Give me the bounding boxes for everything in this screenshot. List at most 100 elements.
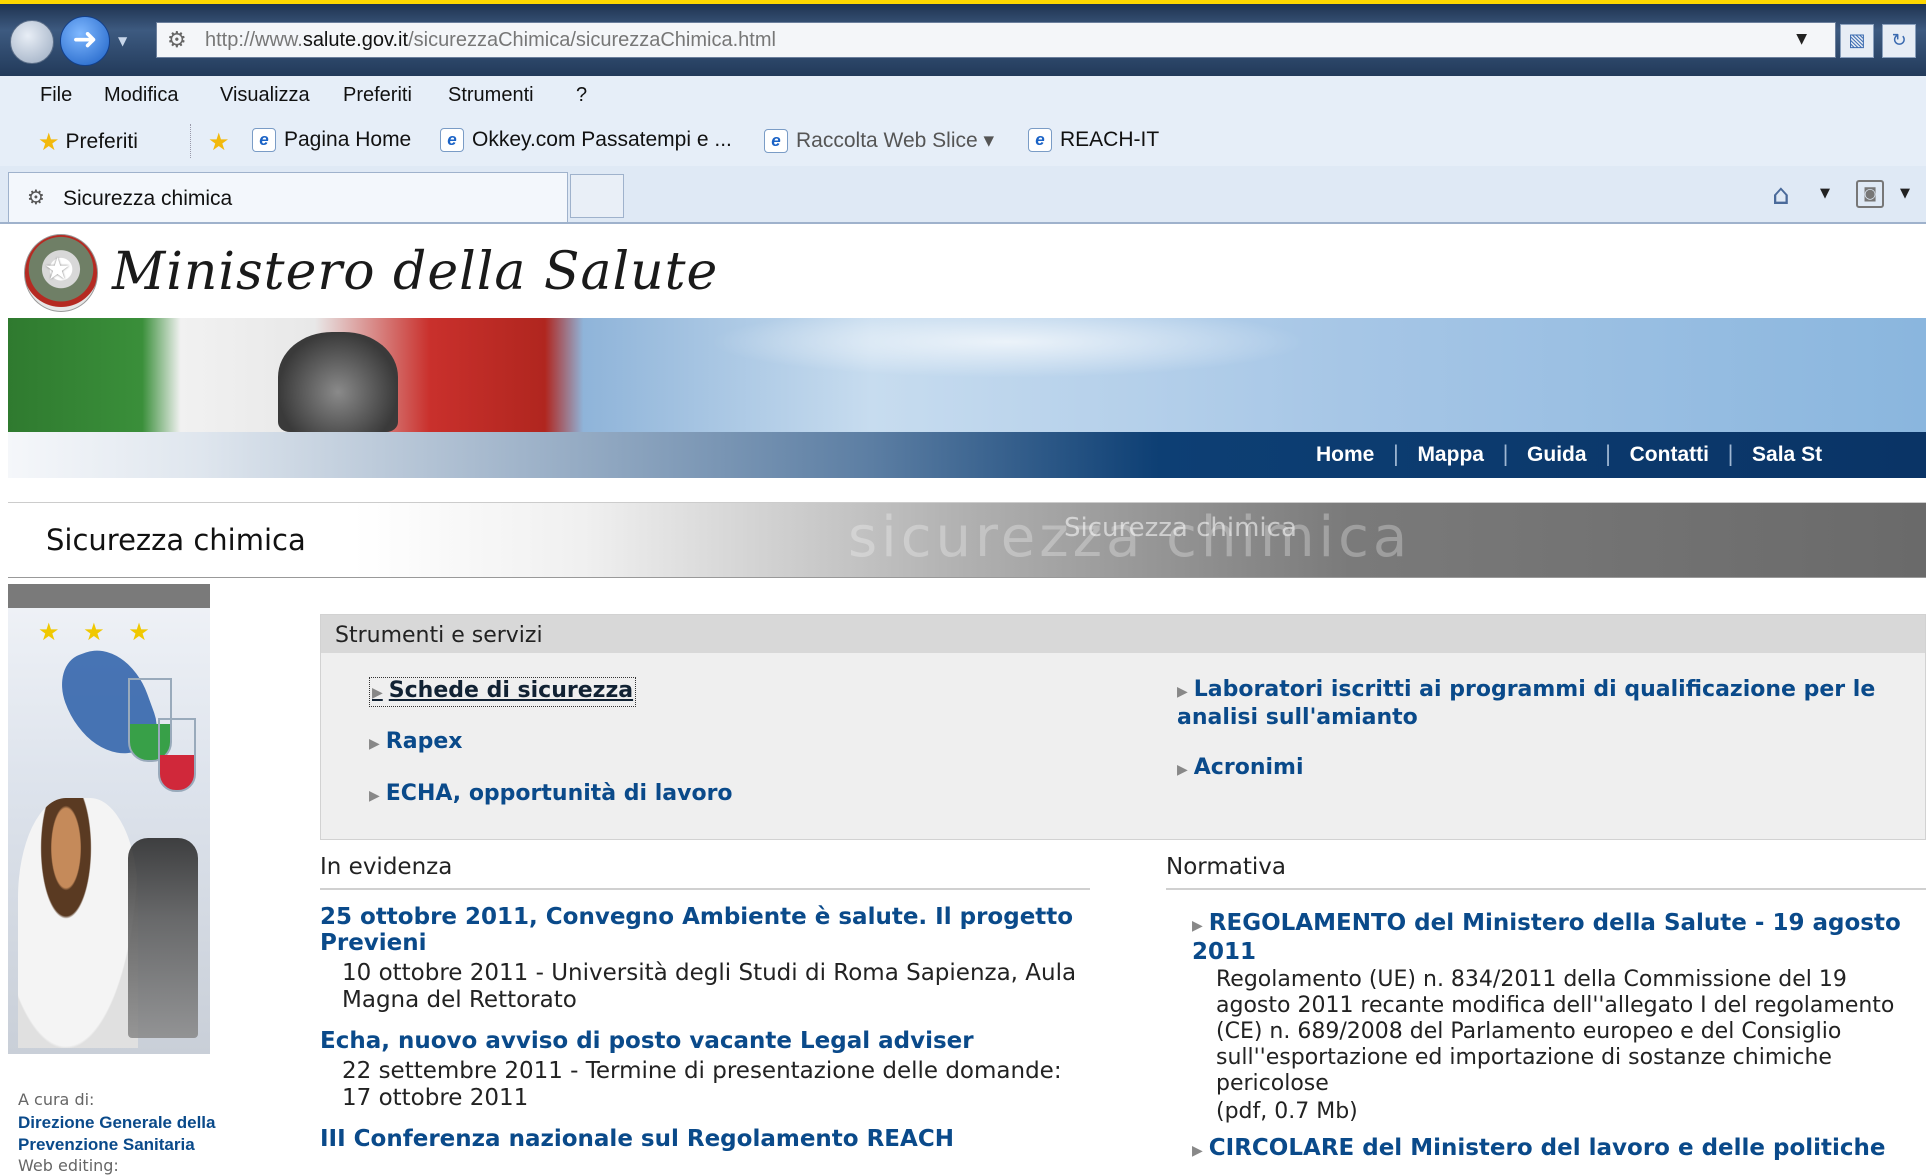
new-tab-button[interactable] <box>570 174 624 218</box>
address-bar-row: ➜ ▼ ⚙ http://www.salute.gov.it/sicurezza… <box>0 0 1926 76</box>
flask-icon <box>158 718 196 792</box>
fav-link-home[interactable]: e Pagina Home <box>252 128 412 153</box>
fav-link-label: Raccolta Web Slice ▾ <box>796 129 995 152</box>
feed-icon[interactable]: ◙ <box>1856 180 1884 208</box>
menu-bar: File Modifica Visualizza Preferiti Strum… <box>0 76 1926 117</box>
menu-help[interactable]: ? <box>576 84 587 107</box>
news-title-link[interactable]: III Conferenza nazionale sul Regolamento… <box>320 1126 1090 1152</box>
menu-visualizza[interactable]: Visualizza <box>220 84 310 107</box>
divider: | <box>1604 442 1612 466</box>
ie-page-icon: e <box>252 128 276 153</box>
address-input[interactable]: ⚙ http://www.salute.gov.it/sicurezzaChim… <box>156 22 1836 58</box>
sculpture-image <box>278 332 398 432</box>
news-description: 22 settembre 2011 - Termine di presentaz… <box>342 1058 1062 1111</box>
header-banner <box>8 318 1926 432</box>
tab-sicurezza-chimica[interactable]: ⚙ Sicurezza chimica <box>8 172 568 222</box>
add-favorite-icon[interactable]: ★ <box>208 128 230 157</box>
regulation-title-link[interactable]: ▶ REGOLAMENTO del Ministero della Salute … <box>1192 910 1926 965</box>
regulation-file-info: (pdf, 0.7 Mb) <box>1216 1099 1358 1124</box>
link-echa-lavoro[interactable]: ▶ ECHA, opportunità di lavoro <box>369 781 733 809</box>
scientist-image <box>18 798 138 1048</box>
menu-file[interactable]: File <box>40 84 72 107</box>
triangle-right-icon: ▶ <box>369 736 380 752</box>
fav-link-label: Pagina Home <box>284 128 412 151</box>
eu-stars-icon: ★ ★ ★ <box>38 618 158 646</box>
normativa-section: Normativa ▶ REGOLAMENTO del Ministero del… <box>1166 854 1926 1166</box>
star-plus-icon: ★ <box>208 129 230 156</box>
tools-and-services-box: Strumenti e servizi ▶ Schede di sicurezza… <box>320 614 1926 840</box>
nav-contatti[interactable]: Contatti <box>1630 443 1709 466</box>
fav-link-webslice[interactable]: e Raccolta Web Slice ▾ <box>764 128 995 154</box>
link-laboratori-amianto[interactable]: ▶ Laboratori iscritti ai programmi di qua… <box>1177 677 1897 731</box>
fav-link-label: REACH-IT <box>1060 128 1160 151</box>
web-page: ★ Ministero della Salute Home | Mappa | Guid… <box>8 224 1926 1175</box>
ie-page-icon: e <box>440 128 464 153</box>
fav-link-okkey[interactable]: e Okkey.com Passatempi e ... <box>440 128 732 153</box>
regulation-description: Regolamento (UE) n. 834/2011 della Commi… <box>1216 967 1895 1096</box>
regulation-item: ▶ CIRCOLARE del Ministero del lavoro e de… <box>1192 1135 1926 1164</box>
triangle-right-icon: ▶ <box>369 788 380 804</box>
link-acronimi[interactable]: ▶ Acronimi <box>1177 755 1303 783</box>
in-evidenza-section: In evidenza 25 ottobre 2011, Convegno Am… <box>320 854 1090 1166</box>
favorites-bar: ★ Preferiti ★ e Pagina Home e Okkey.com Pas… <box>0 116 1926 167</box>
star-icon: ★ <box>38 129 60 156</box>
refresh-icon[interactable]: ↻ <box>1882 24 1916 58</box>
tab-title: Sicurezza chimica <box>63 187 233 210</box>
browser-chrome: ➜ ▼ ⚙ http://www.salute.gov.it/sicurezza… <box>0 0 1926 224</box>
url-domain: salute.gov.it <box>302 29 409 51</box>
news-description: 10 ottobre 2011 - Università degli Studi… <box>342 960 1077 1013</box>
address-dropdown-icon[interactable]: ▼ <box>1796 31 1807 47</box>
regulation-title: REGOLAMENTO del Ministero della Salute -… <box>1192 910 1901 965</box>
link-schede-di-sicurezza[interactable]: ▶ Schede di sicurezza <box>369 677 637 707</box>
sidebar-top-bar <box>8 584 210 608</box>
section-header: sicurezza chimica Sicurezza chimica Sicu… <box>8 502 1926 578</box>
menu-modifica[interactable]: Modifica <box>104 84 178 107</box>
link-label: Acronimi <box>1193 755 1304 780</box>
regulation-title-link[interactable]: ▶ CIRCOLARE del Ministero del lavoro e de… <box>1192 1135 1926 1164</box>
credit-label: A cura di: <box>18 1090 95 1109</box>
fav-link-reach[interactable]: e REACH-IT <box>1028 128 1160 153</box>
back-arrow-icon[interactable] <box>10 20 54 64</box>
tab-bar: ⚙ Sicurezza chimica <box>0 166 1926 224</box>
triangle-right-icon: ▶ <box>372 685 383 701</box>
favorites-label: Preferiti <box>65 130 138 154</box>
compatibility-view-icon[interactable]: ▧ <box>1840 24 1874 58</box>
feed-dropdown-icon[interactable]: ▼ <box>1900 186 1910 201</box>
news-title-link[interactable]: Echa, nuovo avviso di posto vacante Lega… <box>320 1028 1090 1054</box>
history-dropdown-icon[interactable]: ▼ <box>118 34 127 48</box>
nav-guida[interactable]: Guida <box>1527 443 1587 466</box>
link-label: ECHA, opportunità di lavoro <box>385 781 733 806</box>
nav-sala-stampa[interactable]: Sala St <box>1752 443 1822 466</box>
regulation-title: CIRCOLARE del Ministero del lavoro e del… <box>1208 1135 1886 1161</box>
triangle-right-icon: ▶ <box>1192 1143 1203 1159</box>
ie-page-icon: e <box>1028 128 1052 153</box>
menu-preferiti[interactable]: Preferiti <box>343 84 412 107</box>
favorites-button[interactable]: ★ Preferiti <box>38 128 138 157</box>
page-title: Sicurezza chimica <box>46 523 306 557</box>
triangle-right-icon: ▶ <box>1192 918 1203 934</box>
divider: | <box>1501 442 1510 466</box>
gear-icon: ⚙ <box>167 28 187 53</box>
credit-link[interactable]: Direzione Generale della Prevenzione San… <box>18 1112 238 1156</box>
star-icon: ★ <box>44 252 71 287</box>
home-dropdown-icon[interactable]: ▼ <box>1820 186 1830 201</box>
url-path: /sicurezzaChimica/sicurezzaChimica.html <box>408 29 776 51</box>
url-prefix: http://www. <box>205 29 303 51</box>
home-icon[interactable]: ⌂ <box>1772 178 1790 211</box>
tools-header: Strumenti e servizi <box>321 615 1925 653</box>
triangle-right-icon: ▶ <box>1177 684 1188 700</box>
link-rapex[interactable]: ▶ Rapex <box>369 729 462 757</box>
nav-home[interactable]: Home <box>1316 443 1374 466</box>
chemical-safety-illustration: ★ ★ ★ <box>8 608 210 1054</box>
sky-decoration <box>708 318 1308 378</box>
forward-arrow-icon[interactable]: ➜ <box>60 16 110 66</box>
site-logo-text[interactable]: Ministero della Salute <box>112 242 718 302</box>
address-url[interactable]: http://www.salute.gov.it/sicurezzaChimic… <box>205 29 776 52</box>
divider <box>190 124 193 158</box>
divider: | <box>1726 442 1735 466</box>
link-label: Rapex <box>385 729 463 754</box>
news-title-link[interactable]: 25 ottobre 2011, Convegno Ambiente è sal… <box>320 904 1090 956</box>
nav-mappa[interactable]: Mappa <box>1417 443 1484 466</box>
link-label: Schede di sicurezza <box>388 678 634 703</box>
menu-strumenti[interactable]: Strumenti <box>448 84 534 107</box>
